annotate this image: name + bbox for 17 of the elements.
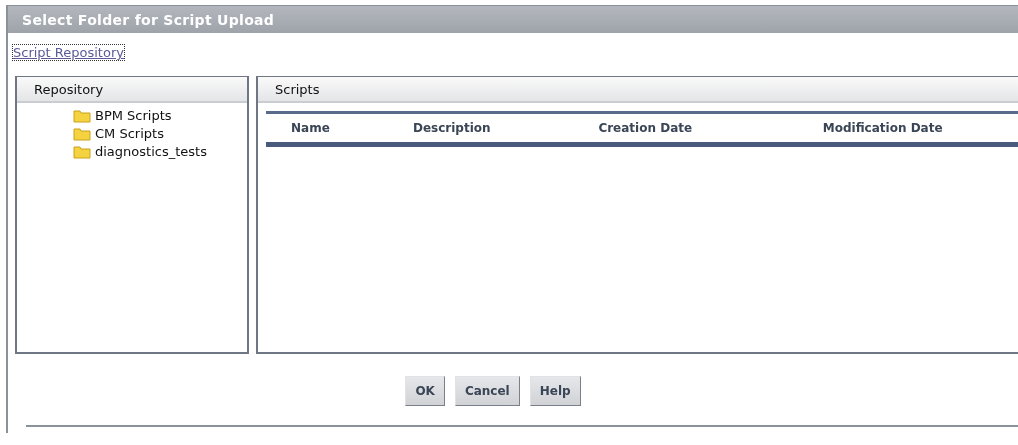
script-repository-link[interactable]: Script Repository — [13, 45, 124, 60]
column-header[interactable]: Modification Date — [822, 121, 943, 135]
folder-label[interactable]: CM Scripts — [95, 126, 164, 141]
column-header[interactable]: Name — [291, 121, 330, 135]
dialog-button[interactable]: Cancel — [454, 376, 520, 406]
panel-title: Scripts — [258, 77, 1018, 103]
column-header[interactable]: Creation Date — [598, 121, 693, 135]
folder-icon — [73, 108, 91, 123]
folder-label[interactable]: diagnostics_tests — [95, 144, 207, 159]
folder-icon — [73, 126, 91, 141]
dialog-button[interactable]: Help — [529, 376, 581, 406]
window-title: Select Folder for Script Upload — [8, 6, 1018, 33]
dialog-button[interactable]: OK — [405, 376, 445, 406]
folder-label[interactable]: BPM Scripts — [95, 108, 172, 123]
panel-title: Repository — [17, 77, 247, 103]
column-header[interactable]: Description — [413, 121, 491, 135]
folder-icon — [73, 144, 91, 159]
